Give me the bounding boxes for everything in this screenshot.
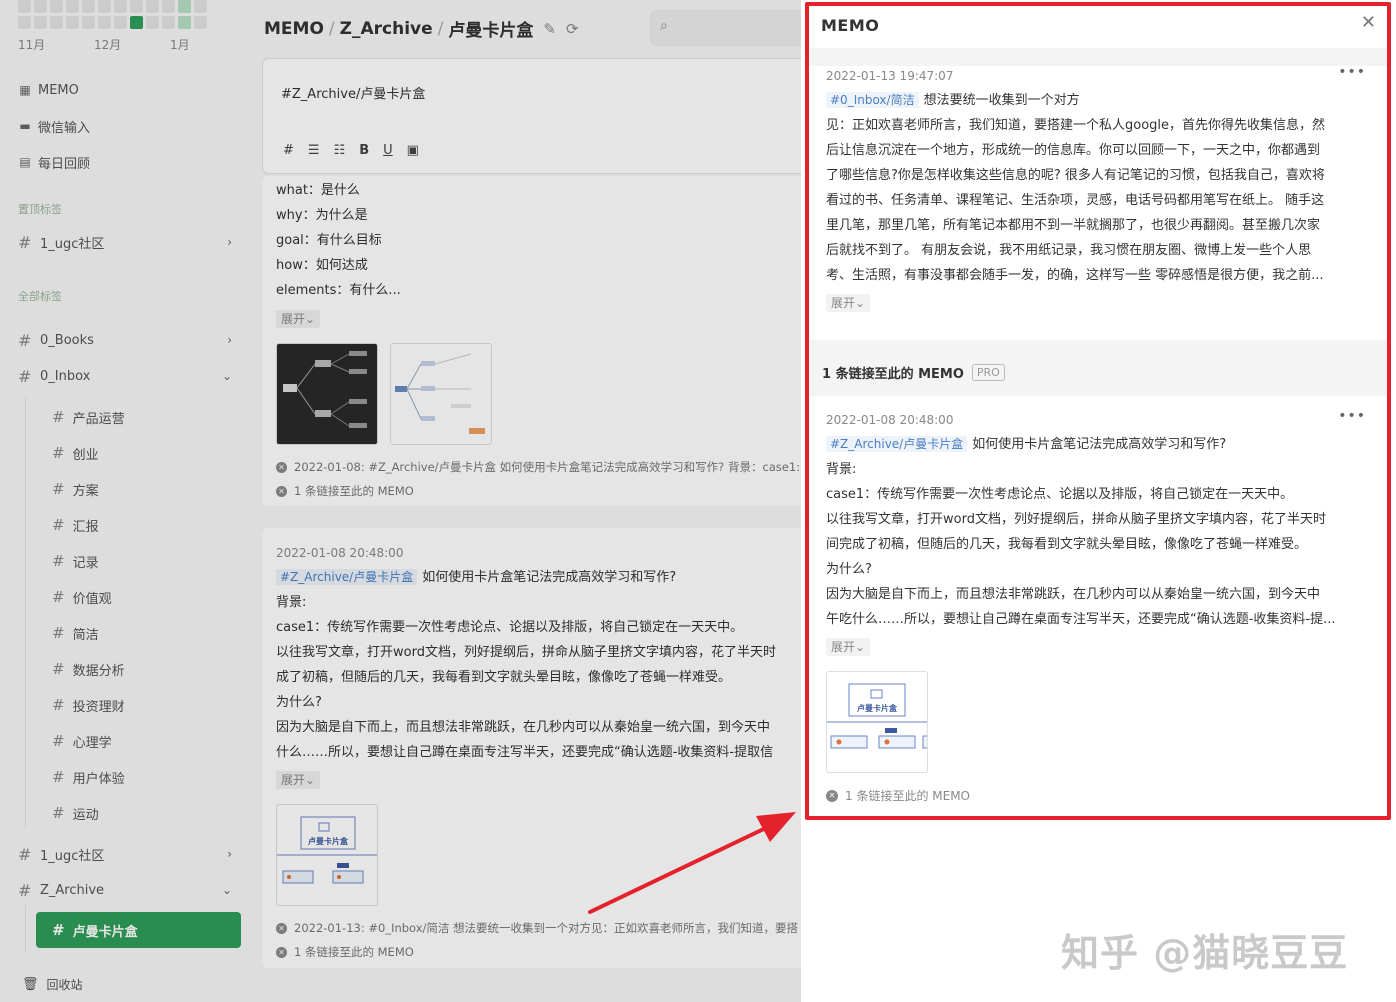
expand-label: 展开 — [831, 640, 856, 654]
link-icon: ✕ — [826, 789, 838, 802]
memo-title-line: #0_Inbox/简洁 想法要统一收集到一个对方 — [826, 88, 1080, 113]
memo-line: 看过的书、任务清单、课程笔记、生活杂项，灵感，电话号码都用笔写在纸上。 随手这 — [826, 193, 1325, 208]
memo-line: 为什么? — [826, 562, 872, 577]
memo-line: 了哪些信息?你是怎样收集这些信息的呢? 很多人有记笔记的习惯，包括我自己，喜欢将 — [826, 168, 1325, 183]
watermark: 知乎 @猫晓豆豆 — [1061, 931, 1349, 975]
ref-text: 1 条链接至此的 MEMO — [845, 789, 970, 803]
memo-line: case1：传统写作需要一次性考虑论点、论据以及排版，将自己锁定在一天天中。 — [826, 487, 1294, 502]
memo-line: 因为大脑是自下而上，而且想法非常跳跃，在几秒内可以从秦始皇一统六国，到今天中 — [826, 587, 1321, 602]
expand-label: 展开 — [831, 296, 856, 310]
more-options-icon[interactable]: ••• — [1338, 64, 1366, 80]
memo-timestamp: 2022-01-13 19:47:07 — [826, 69, 954, 83]
memo-line: 后让信息沉淀在一个地方，形成统一的信息库。你可以回顾一下，一天之中，你都遇到 — [826, 143, 1321, 158]
backlinks-header: 1 条链接至此的 MEMO PRO — [822, 363, 1005, 382]
memo-line: 以往我写文章，打开word文档，列好提纲后，拼命从脑子里挤文字填内容，花了半天时 — [826, 512, 1326, 527]
memo-line: 考、生活照，有事没事都会随手一发，的确，这样写一些 零碎感悟是很方便，我之前..… — [826, 268, 1324, 283]
memo-line: 见：正如欢喜老师所言，我们知道，要搭建一个私人google，首先你得先收集信息，… — [826, 118, 1326, 133]
close-icon[interactable]: ✕ — [1361, 12, 1376, 33]
memo-line: 里几笔，那里几笔，所有笔记本都用不到一半就搁那了，也很少再翻阅。甚至搬几次家 — [826, 218, 1321, 233]
drawer-band — [809, 48, 1389, 66]
diagram-thumbnail[interactable]: 卢曼卡片盒 — [826, 671, 928, 773]
memo-title: 如何使用卡片盒笔记法完成高效学习和写作? — [972, 437, 1227, 452]
drawer-title: MEMO — [821, 16, 880, 35]
memo-timestamp: 2022-01-08 20:48:00 — [826, 413, 954, 427]
backlinks-title: 1 条链接至此的 MEMO — [822, 367, 964, 382]
memo-drawer: MEMO ✕ 2022-01-13 19:47:07 ••• #0_Inbox/… — [801, 0, 1396, 1002]
pro-badge: PRO — [971, 364, 1005, 381]
memo-title: 想法要统一收集到一个对方 — [923, 93, 1080, 108]
memo-line: 后就找不到了。 有朋友会说，我不用纸记录，我习惯在朋友圈、微博上发一些个人思 — [826, 243, 1312, 258]
memo-line: 午吃什么……所以，要想让自己蹲在桌面专注写半天，还要完成“确认选题-收集资料-提… — [826, 612, 1336, 627]
memo-tag[interactable]: #Z_Archive/卢曼卡片盒 — [826, 436, 968, 452]
more-options-icon[interactable]: ••• — [1338, 408, 1366, 424]
memo-tag[interactable]: #0_Inbox/简洁 — [826, 92, 919, 108]
expand-button[interactable]: 展开⌄ — [826, 294, 871, 312]
thumb-title: 卢曼卡片盒 — [857, 703, 898, 713]
memo-line: 背景: — [826, 462, 857, 477]
memo-title-line: #Z_Archive/卢曼卡片盒 如何使用卡片盒笔记法完成高效学习和写作? — [826, 432, 1226, 457]
modal-overlay[interactable] — [0, 0, 801, 1002]
expand-button[interactable]: 展开⌄ — [826, 638, 871, 656]
memo-line: 间完成了初稿，但随后的几天，我每看到文字就头晕目眩，像像吃了苍蝇一样难受。 — [826, 537, 1308, 552]
backlink-count[interactable]: ✕ 1 条链接至此的 MEMO — [826, 787, 970, 804]
